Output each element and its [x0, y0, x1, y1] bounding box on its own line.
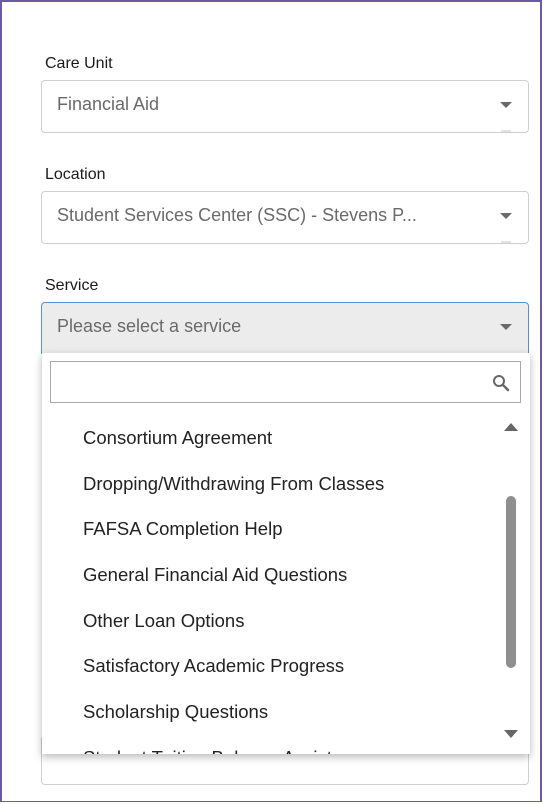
care-unit-label: Care Unit	[45, 55, 113, 72]
care-unit-select[interactable]: Financial Aid	[41, 80, 529, 133]
service-dropdown: Consortium Agreement Dropping/Withdrawin…	[42, 353, 530, 754]
dropdown-scrollbar[interactable]	[504, 423, 518, 738]
option-fafsa-completion-help[interactable]: FAFSA Completion Help	[42, 506, 502, 552]
option-student-tuition-balance[interactable]: Student Tuition Balance Assistance	[42, 735, 502, 754]
service-placeholder: Please select a service	[57, 316, 242, 336]
scrollbar-thumb[interactable]	[506, 496, 516, 668]
scroll-down-arrow-icon[interactable]	[504, 730, 518, 738]
care-unit-value: Financial Aid	[57, 94, 160, 114]
search-icon[interactable]	[492, 374, 510, 392]
select-resize-tick	[501, 130, 511, 132]
select-resize-tick	[501, 241, 511, 243]
chevron-down-icon	[500, 324, 512, 330]
service-option-list: Consortium Agreement Dropping/Withdrawin…	[42, 415, 502, 754]
service-label: Service	[45, 277, 99, 294]
service-select[interactable]: Please select a service	[41, 302, 529, 355]
chevron-down-icon	[500, 102, 512, 108]
option-other-loan-options[interactable]: Other Loan Options	[42, 598, 502, 644]
option-satisfactory-academic-progress[interactable]: Satisfactory Academic Progress	[42, 643, 502, 689]
scroll-up-arrow-icon[interactable]	[504, 423, 518, 431]
service-search-box[interactable]	[50, 361, 521, 403]
option-consortium-agreement[interactable]: Consortium Agreement	[42, 415, 502, 461]
service-search-input[interactable]	[57, 368, 481, 398]
location-value: Student Services Center (SSC) - Stevens …	[57, 205, 417, 225]
option-general-financial-aid-questions[interactable]: General Financial Aid Questions	[42, 552, 502, 598]
chevron-down-icon	[500, 213, 512, 219]
location-select[interactable]: Student Services Center (SSC) - Stevens …	[41, 191, 529, 244]
option-dropping-withdrawing[interactable]: Dropping/Withdrawing From Classes	[42, 461, 502, 507]
option-scholarship-questions[interactable]: Scholarship Questions	[42, 689, 502, 735]
location-label: Location	[45, 166, 106, 183]
